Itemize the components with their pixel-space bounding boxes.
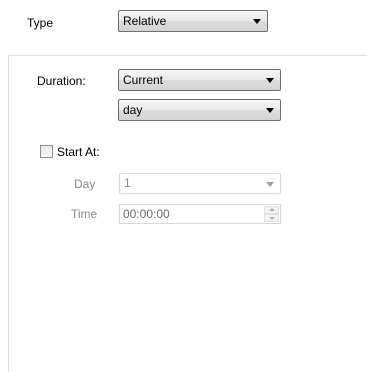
- duration-label: Duration:: [37, 74, 86, 88]
- duration-unit-value: day: [123, 103, 143, 117]
- type-label: Type: [27, 16, 54, 30]
- time-label: Time: [71, 207, 98, 221]
- type-combobox[interactable]: Relative: [118, 10, 268, 32]
- chevron-down-icon: [266, 78, 274, 83]
- start-at-label[interactable]: Start At:: [57, 145, 100, 159]
- time-spin-value: 00:00:00: [123, 207, 170, 221]
- relative-time-settings: Type Relative Duration: Current day Star…: [0, 0, 367, 372]
- caret-down-icon: [269, 217, 275, 220]
- time-spin-field[interactable]: 00:00:00: [119, 204, 281, 224]
- duration-unit-combobox[interactable]: day: [118, 99, 281, 121]
- caret-up-icon: [269, 208, 275, 211]
- chevron-down-icon: [253, 19, 261, 24]
- duration-mode-combobox[interactable]: Current: [118, 69, 281, 91]
- time-spin-buttons: [264, 206, 279, 222]
- day-combobox-value: 1: [124, 176, 131, 190]
- day-combobox[interactable]: 1: [119, 173, 281, 194]
- chevron-down-icon: [266, 182, 274, 187]
- spin-down-button[interactable]: [264, 214, 279, 222]
- duration-mode-value: Current: [123, 73, 164, 87]
- day-label: Day: [74, 177, 96, 191]
- chevron-down-icon: [266, 108, 274, 113]
- start-at-checkbox[interactable]: [40, 145, 53, 158]
- type-combobox-value: Relative: [123, 14, 167, 28]
- spin-up-button[interactable]: [264, 206, 279, 214]
